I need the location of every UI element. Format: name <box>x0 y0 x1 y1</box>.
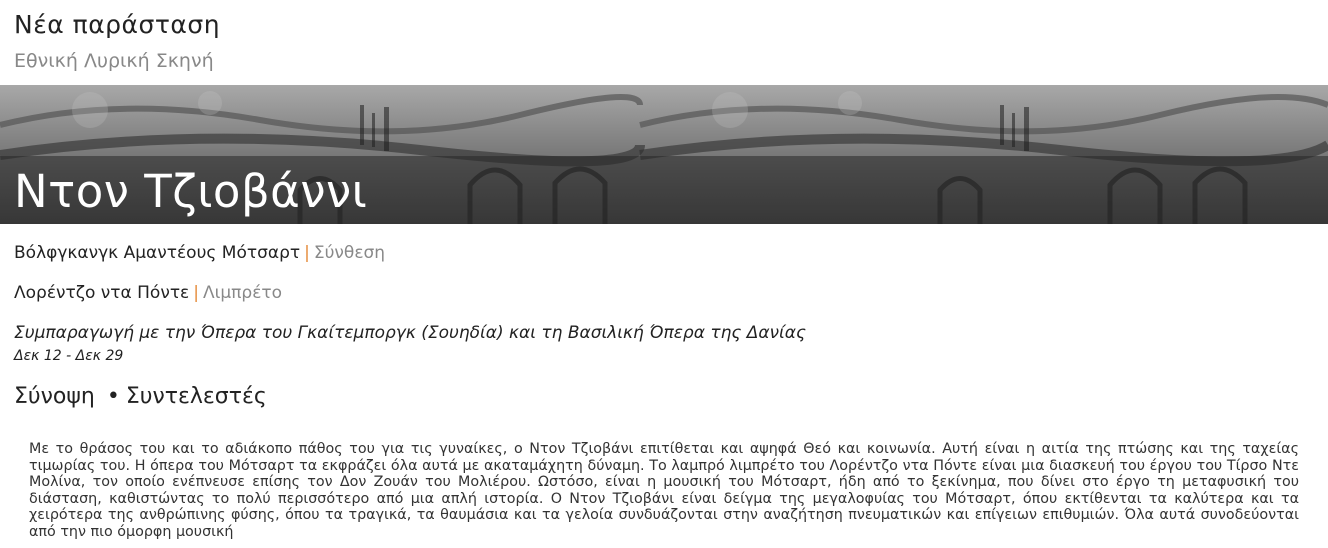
tab-cast[interactable]: Συντελεστές <box>126 384 267 409</box>
performance-title: Ντον Τζιοβάννι <box>14 165 368 218</box>
credit-role: Λιμπρέτο <box>202 283 283 303</box>
performance-dates: Δεκ 12 - Δεκ 29 <box>14 348 124 364</box>
coproduction-note: Συμπαραγωγή με την Όπερα του Γκαίτεμποργ… <box>14 323 806 343</box>
hero-banner: Ντον Τζιοβάννι <box>0 85 1328 224</box>
credit-librettist: Λορέντζο ντα Πόντε | Λιμπρέτο <box>14 281 1314 321</box>
credit-composer: Βόλφγκανγκ Αμαντέους Μότσαρτ | Σύνθεση <box>14 241 1314 281</box>
venue-subtitle: Εθνική Λυρική Σκηνή <box>14 50 214 72</box>
credit-name: Λορέντζο ντα Πόντε <box>14 283 190 303</box>
credits-list: Βόλφγκανγκ Αμαντέους Μότσαρτ | Σύνθεση Λορ… <box>14 241 1314 321</box>
tab-separator: • <box>106 384 120 409</box>
content-tabs: Σύνοψη • Συντελεστές <box>14 381 267 413</box>
credit-name: Βόλφγκανγκ Αμαντέους Μότσαρτ <box>14 243 301 263</box>
credit-role: Σύνθεση <box>313 243 386 263</box>
page-header: Νέα παράσταση Εθνική Λυρική Σκηνή <box>0 0 1328 77</box>
credit-separator: | <box>304 243 310 263</box>
credit-separator: | <box>193 283 199 303</box>
page-title: Νέα παράσταση <box>14 10 221 39</box>
synopsis-text: Με το θράσος του και το αδιάκοπο πάθος τ… <box>29 441 1299 540</box>
tab-synopsis[interactable]: Σύνοψη <box>14 384 95 409</box>
page: Νέα παράσταση Εθνική Λυρική Σκηνή Ντον Τ… <box>0 0 1328 548</box>
